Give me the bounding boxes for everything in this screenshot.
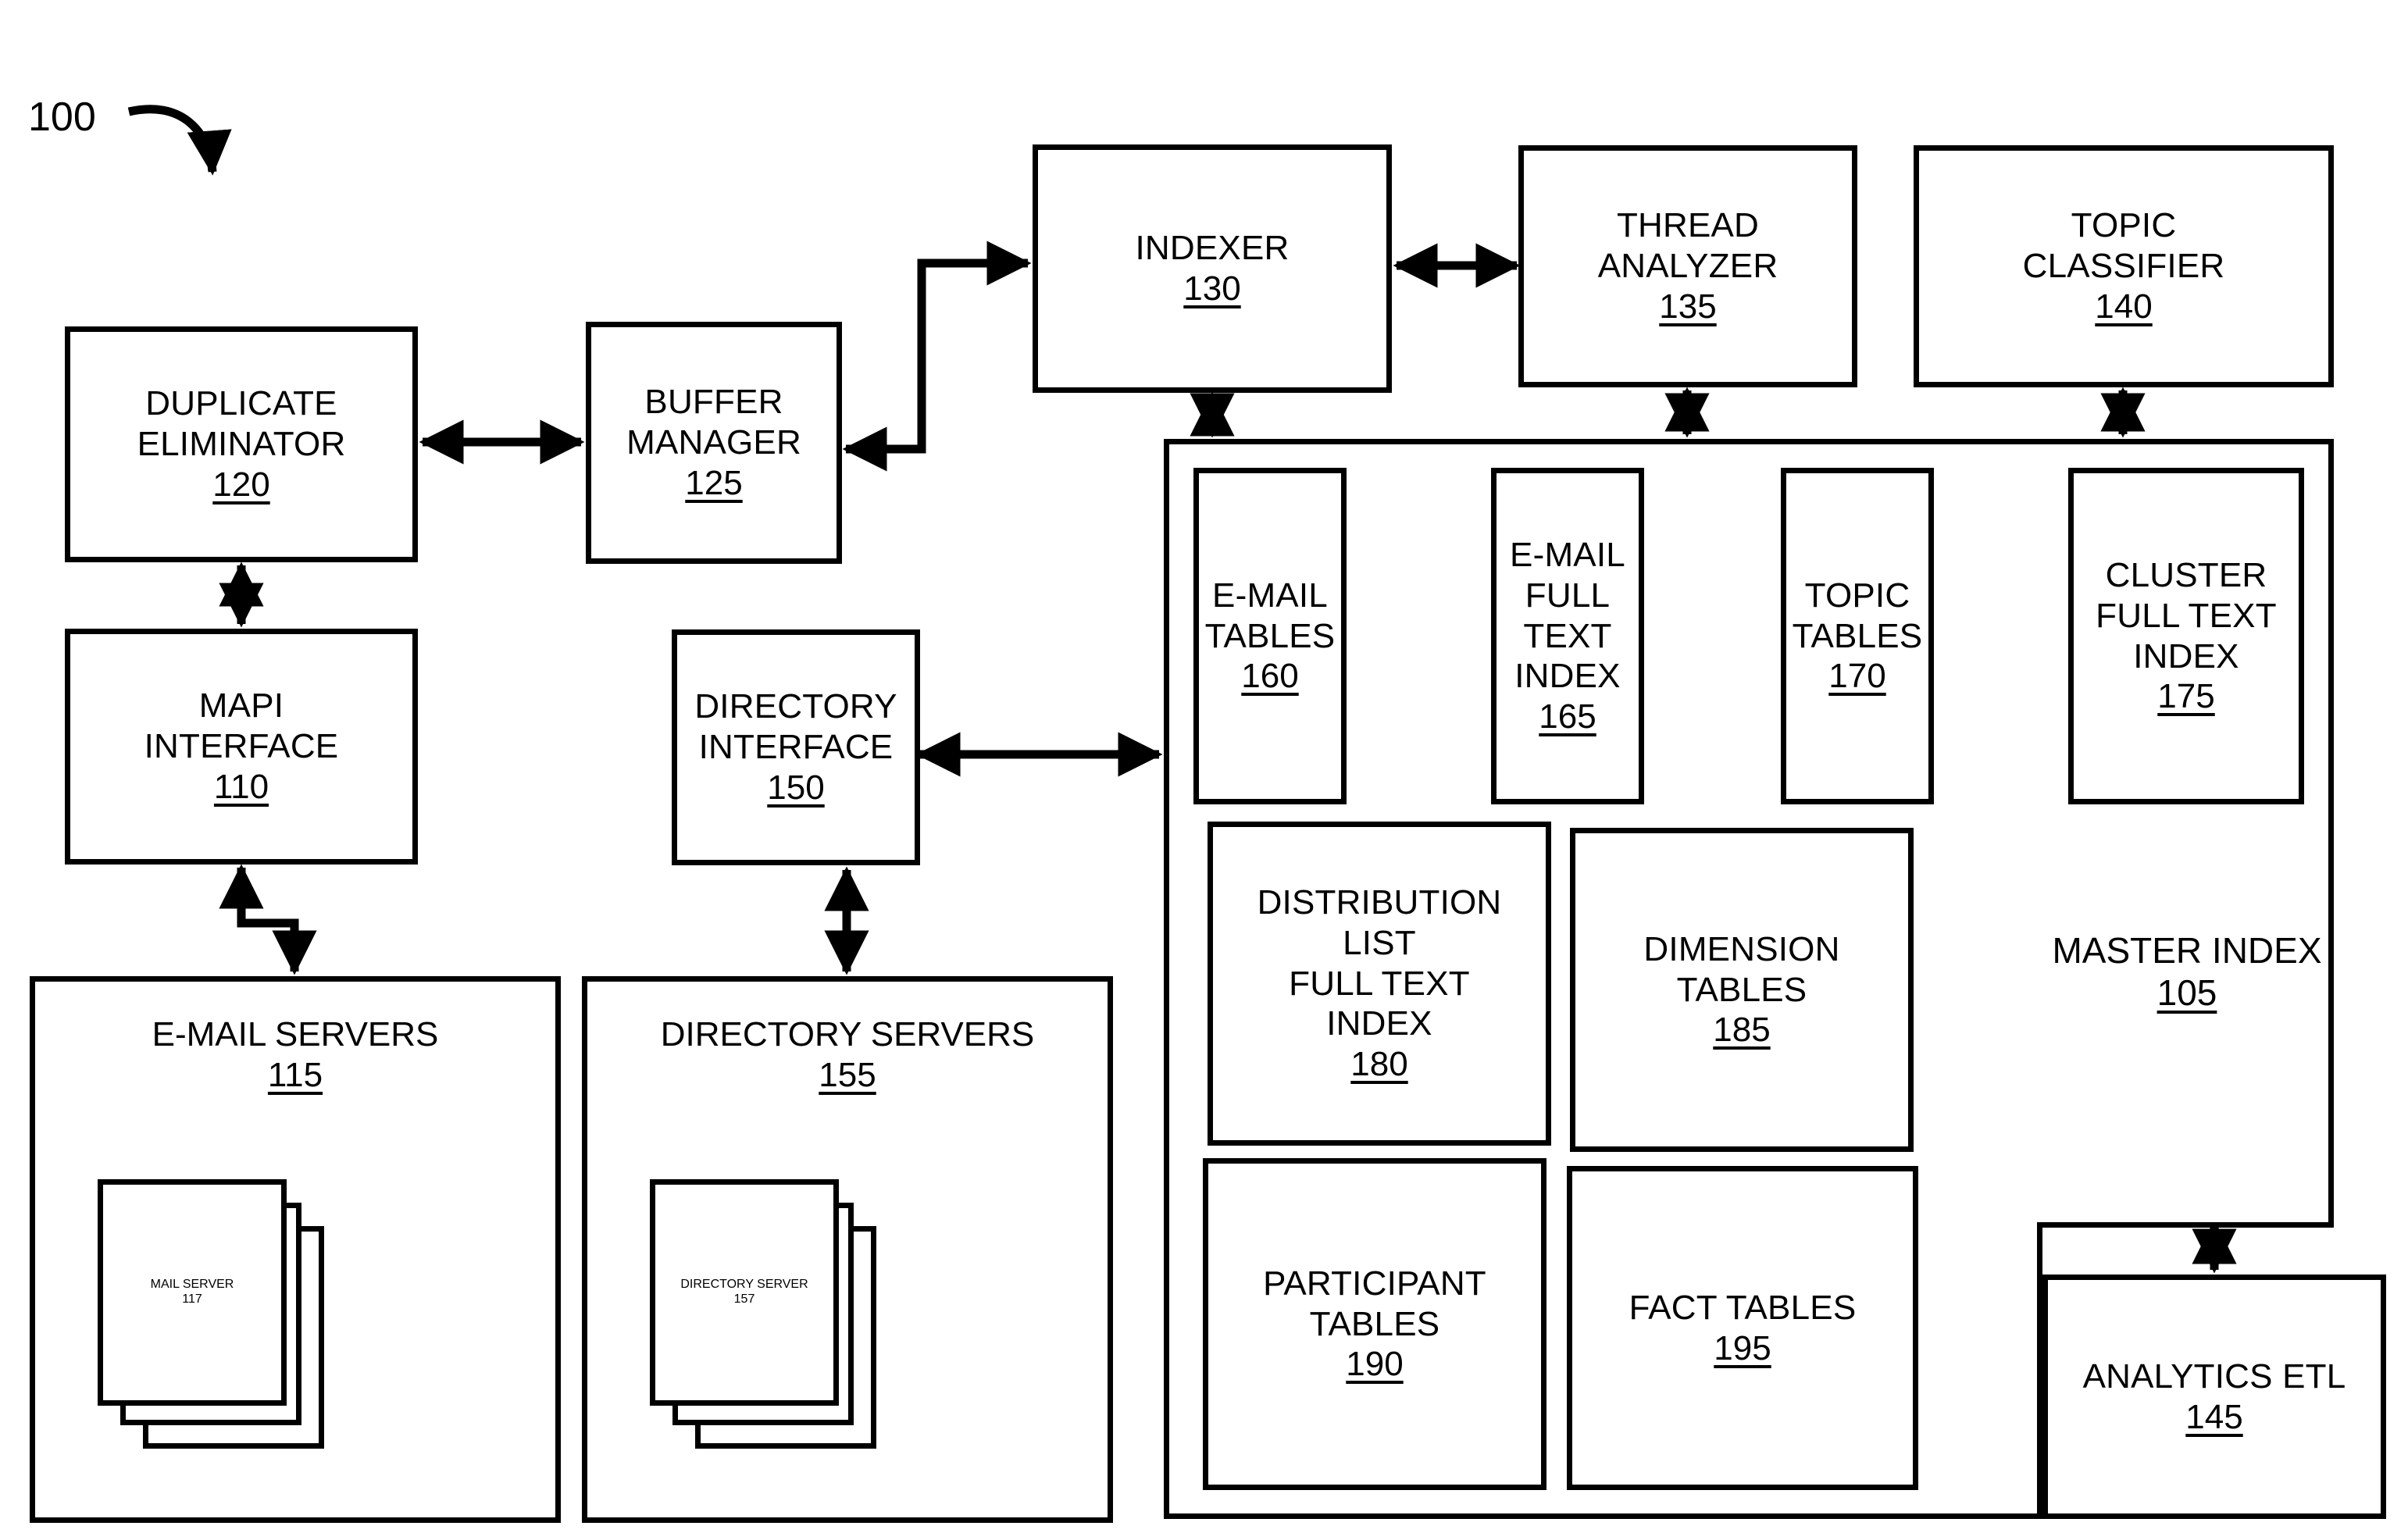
thread-analyzer-box[interactable]: THREAD ANALYZER 135 bbox=[1518, 145, 1857, 387]
email-full-text-index-ref: 165 bbox=[1539, 697, 1596, 736]
mapi-interface-title: MAPI INTERFACE bbox=[144, 686, 339, 766]
directory-servers-ref: 155 bbox=[819, 1055, 876, 1094]
participant-tables-box[interactable]: PARTICIPANT TABLES 190 bbox=[1203, 1158, 1546, 1490]
topic-tables-ref: 170 bbox=[1828, 657, 1886, 696]
indexer-title: INDEXER bbox=[1135, 229, 1290, 268]
master-index-title: MASTER INDEX bbox=[2052, 930, 2322, 971]
mail-server-ref: 117 bbox=[182, 1292, 202, 1306]
patent-figure: 100 INDEXER 130 THREAD ANALYZER 135 TOPI… bbox=[0, 0, 2408, 1533]
figure-leader-arrow bbox=[127, 105, 232, 176]
email-tables-box[interactable]: E-MAIL TABLES 160 bbox=[1193, 468, 1347, 804]
directory-servers-header: DIRECTORY SERVERS 155 bbox=[587, 1014, 1108, 1096]
distribution-list-full-text-index-ref: 180 bbox=[1350, 1045, 1408, 1084]
thread-analyzer-ref: 135 bbox=[1659, 287, 1717, 326]
mail-server-stack[interactable]: MAIL SERVER 117 bbox=[98, 1179, 324, 1449]
participant-tables-title: PARTICIPANT TABLES bbox=[1263, 1264, 1486, 1343]
mapi-interface-box[interactable]: MAPI INTERFACE 110 bbox=[65, 629, 418, 865]
dimension-tables-title: DIMENSION TABLES bbox=[1643, 929, 1840, 1009]
topic-classifier-title: TOPIC CLASSIFIER bbox=[2022, 206, 2225, 286]
directory-interface-ref: 150 bbox=[767, 768, 825, 807]
fact-tables-box[interactable]: FACT TABLES 195 bbox=[1567, 1166, 1918, 1490]
topic-classifier-box[interactable]: TOPIC CLASSIFIER 140 bbox=[1914, 145, 2334, 387]
analytics-etl-ref: 145 bbox=[2185, 1397, 2243, 1436]
topic-tables-box[interactable]: TOPIC TABLES 170 bbox=[1781, 468, 1934, 804]
directory-server-ref: 157 bbox=[733, 1292, 755, 1306]
thread-analyzer-title: THREAD ANALYZER bbox=[1597, 206, 1778, 286]
directory-interface-title: DIRECTORY INTERFACE bbox=[694, 687, 897, 767]
duplicate-eliminator-ref: 120 bbox=[212, 465, 270, 504]
duplicate-eliminator-title: DUPLICATE ELIMINATOR bbox=[137, 384, 346, 464]
dimension-tables-ref: 185 bbox=[1713, 1011, 1771, 1050]
directory-server-box[interactable]: DIRECTORY SERVER 157 bbox=[650, 1179, 839, 1406]
arrow-mapi-emailservers bbox=[219, 864, 317, 975]
master-index-notch-edge bbox=[2037, 1222, 2334, 1228]
email-servers-header: E-MAIL SERVERS 115 bbox=[35, 1014, 555, 1096]
mail-server-title: MAIL SERVER bbox=[150, 1278, 234, 1292]
participant-tables-ref: 190 bbox=[1346, 1345, 1404, 1384]
duplicate-eliminator-box[interactable]: DUPLICATE ELIMINATOR 120 bbox=[65, 326, 418, 562]
email-full-text-index-title: E-MAIL FULL TEXT INDEX bbox=[1510, 535, 1625, 696]
buffer-manager-title: BUFFER MANAGER bbox=[626, 383, 801, 462]
fact-tables-title: FACT TABLES bbox=[1629, 1288, 1857, 1327]
analytics-etl-box[interactable]: ANALYTICS ETL 145 bbox=[2042, 1275, 2386, 1519]
topic-classifier-ref: 140 bbox=[2095, 287, 2153, 326]
master-index-label: MASTER INDEX 105 bbox=[2042, 929, 2331, 1014]
indexer-box[interactable]: INDEXER 130 bbox=[1033, 144, 1392, 393]
directory-server-stack[interactable]: DIRECTORY SERVER 157 bbox=[650, 1179, 876, 1449]
email-servers-ref: 115 bbox=[267, 1055, 323, 1094]
email-servers-title: E-MAIL SERVERS bbox=[152, 1015, 439, 1053]
master-index-ref: 105 bbox=[2156, 972, 2217, 1014]
email-full-text-index-box[interactable]: E-MAIL FULL TEXT INDEX 165 bbox=[1491, 468, 1644, 804]
mail-server-box[interactable]: MAIL SERVER 117 bbox=[98, 1179, 287, 1406]
directory-interface-box[interactable]: DIRECTORY INTERFACE 150 bbox=[672, 629, 920, 865]
figure-number: 100 bbox=[28, 94, 96, 140]
mapi-interface-ref: 110 bbox=[213, 767, 269, 806]
distribution-list-full-text-index-box[interactable]: DISTRIBUTION LIST FULL TEXT INDEX 180 bbox=[1208, 822, 1551, 1146]
email-tables-title: E-MAIL TABLES bbox=[1204, 576, 1336, 655]
dimension-tables-box[interactable]: DIMENSION TABLES 185 bbox=[1570, 828, 1914, 1152]
cluster-full-text-index-title: CLUSTER FULL TEXT INDEX bbox=[2096, 555, 2277, 676]
cluster-full-text-index-ref: 175 bbox=[2157, 677, 2215, 716]
indexer-ref: 130 bbox=[1183, 269, 1241, 308]
email-tables-ref: 160 bbox=[1241, 657, 1299, 696]
buffer-manager-ref: 125 bbox=[685, 463, 743, 502]
distribution-list-full-text-index-title: DISTRIBUTION LIST FULL TEXT INDEX bbox=[1257, 882, 1502, 1043]
directory-server-title: DIRECTORY SERVER bbox=[680, 1278, 808, 1292]
buffer-manager-box[interactable]: BUFFER MANAGER 125 bbox=[586, 322, 842, 564]
directory-servers-title: DIRECTORY SERVERS bbox=[660, 1015, 1035, 1053]
fact-tables-ref: 195 bbox=[1714, 1328, 1771, 1367]
analytics-etl-title: ANALYTICS ETL bbox=[2082, 1357, 2346, 1396]
arrow-buffermanager-indexer bbox=[842, 241, 1032, 472]
cluster-full-text-index-box[interactable]: CLUSTER FULL TEXT INDEX 175 bbox=[2068, 468, 2304, 804]
topic-tables-title: TOPIC TABLES bbox=[1792, 576, 1923, 655]
